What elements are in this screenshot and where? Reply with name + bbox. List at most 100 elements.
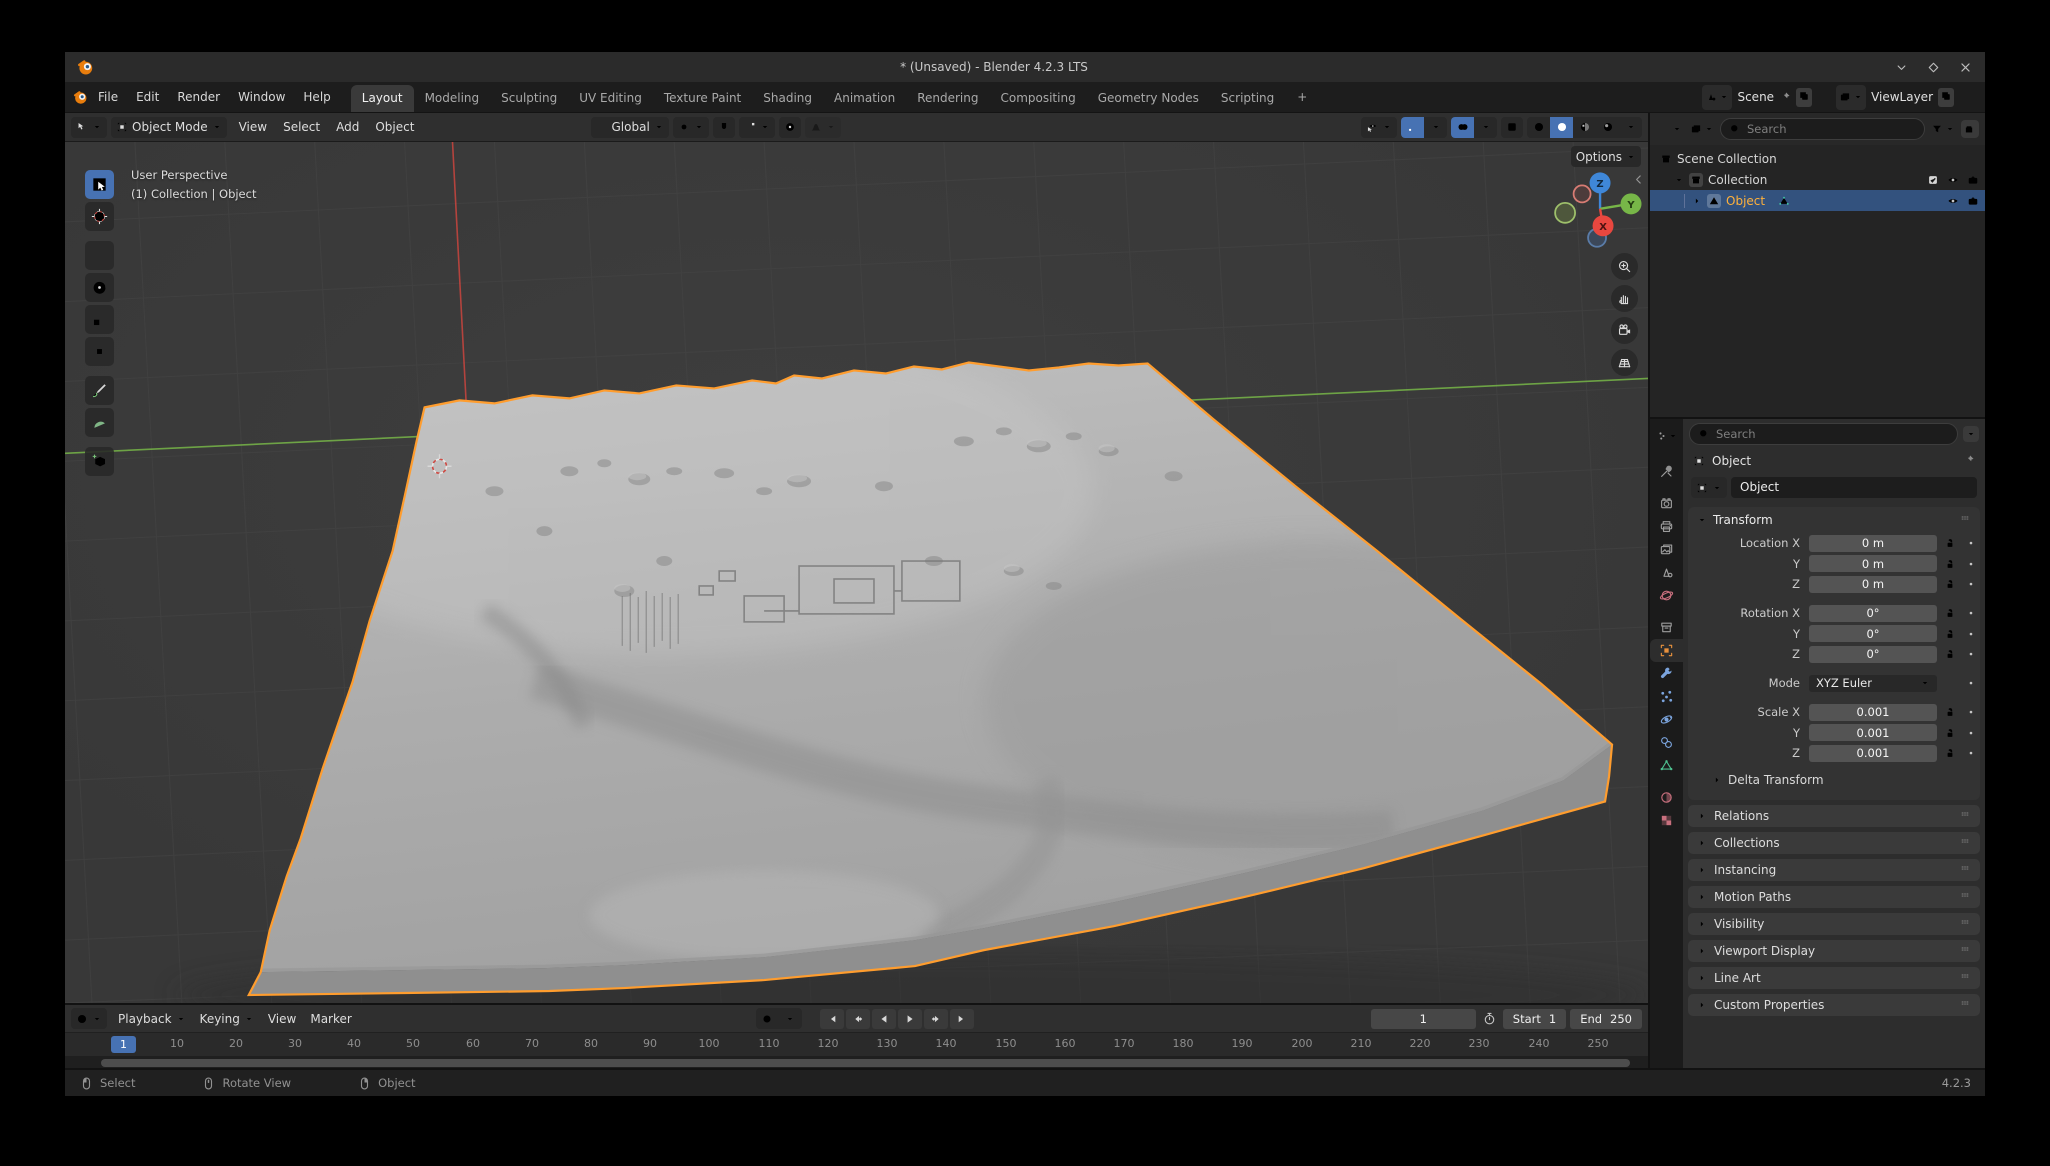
outliner-filter-button[interactable] [1929,121,1957,137]
animate-dot-button[interactable] [1963,649,1979,659]
gizmo-neg-y[interactable] [1555,203,1575,223]
drag-dots-icon[interactable] [1959,997,1971,1009]
pin-icon[interactable] [1779,91,1791,103]
camera-view-button[interactable] [1611,317,1638,344]
eye-icon[interactable] [1947,174,1959,186]
panel-header[interactable]: Instancing [1688,859,1980,881]
outliner-row-scene-collection[interactable]: Scene Collection [1650,148,1985,169]
proportional-editing-toggle[interactable] [779,117,801,138]
tab-material[interactable] [1650,786,1683,809]
workspace-tab[interactable]: Compositing [989,85,1086,112]
pivot-point-dropdown[interactable] [673,117,709,138]
timeline-menu-item[interactable]: Playback [111,1012,193,1026]
animate-dot-button[interactable] [1963,748,1979,758]
tool-move[interactable] [85,241,114,270]
outliner-editor-type-button[interactable] [1656,121,1684,137]
tab-view-layer[interactable] [1650,538,1683,561]
chevron-down-icon[interactable] [1674,175,1684,185]
snap-toggle[interactable] [713,117,735,138]
panel-header[interactable]: Visibility [1688,913,1980,935]
tool-rotate[interactable] [85,273,114,302]
overlays-dropdown[interactable] [1474,117,1497,138]
value-field[interactable]: 0 m [1809,555,1937,572]
auto-keying-toggle[interactable] [756,1008,779,1029]
mode-dropdown[interactable]: Object Mode [111,117,227,138]
show-overlays-toggle[interactable] [1451,117,1474,138]
remove-viewlayer-icon[interactable] [1959,91,1971,103]
animate-dot-button[interactable] [1963,678,1979,688]
tab-physics[interactable] [1650,708,1683,731]
value-field[interactable]: 0.001 [1809,745,1937,762]
navigation-gizmo[interactable]: Z Y X [1555,172,1641,246]
tool-cursor[interactable] [85,202,114,231]
tool-add-cube[interactable] [85,447,114,476]
tab-constraints[interactable] [1650,731,1683,754]
animate-dot-button[interactable] [1963,629,1979,639]
shading-rendered-button[interactable] [1596,117,1619,138]
xray-toggle[interactable] [1501,117,1523,138]
object-id-dropdown[interactable] [1691,477,1727,498]
workspace-tab[interactable]: Geometry Nodes [1087,85,1210,112]
timeline-scrollbar[interactable] [101,1059,1630,1067]
tab-tool[interactable] [1650,460,1683,483]
shading-wireframe-button[interactable] [1527,117,1550,138]
tab-object-data[interactable] [1650,754,1683,777]
lock-button[interactable] [1937,628,1963,640]
workspace-tab[interactable]: Sculpting [490,85,568,112]
camera-restrict-icon[interactable] [1967,174,1979,186]
animate-dot-button[interactable] [1963,579,1979,589]
tab-modifiers[interactable] [1650,662,1683,685]
snap-settings-dropdown[interactable] [739,117,775,138]
panel-header[interactable]: Relations [1688,805,1980,827]
workspace-tab[interactable]: Shading [752,85,823,112]
pan-button[interactable] [1611,285,1638,312]
properties-filter-button[interactable] [1963,426,1979,442]
shading-solid-button[interactable] [1550,117,1573,138]
jump-to-start-button[interactable] [820,1009,844,1029]
menu-item[interactable]: Edit [127,86,168,108]
object-name-field[interactable]: Object [1731,477,1977,498]
properties-search-input[interactable]: Search [1689,423,1958,445]
menu-item[interactable]: File [89,86,127,108]
window-close-icon[interactable] [1958,60,1973,75]
tool-transform[interactable] [85,337,114,366]
shading-dropdown[interactable] [1619,117,1642,138]
lock-button[interactable] [1937,607,1963,619]
menu-item[interactable]: Help [294,86,339,108]
transform-panel-header[interactable]: Transform [1688,507,1980,532]
outliner-row-collection[interactable]: Collection [1650,169,1985,190]
timeline-menu-item[interactable]: Marker [303,1012,358,1026]
tab-particles[interactable] [1650,685,1683,708]
gizmo-neg-x[interactable] [1574,185,1591,202]
shading-material-button[interactable] [1573,117,1596,138]
drag-dots-icon[interactable] [1959,943,1971,955]
workspace-tab[interactable]: Layout [351,85,414,112]
proportional-falloff-dropdown[interactable] [805,117,841,138]
viewport-menu-item[interactable]: Select [275,120,328,134]
value-field[interactable]: 0° [1809,646,1937,663]
workspace-tab[interactable]: Modeling [414,85,491,112]
tab-world[interactable] [1650,584,1683,607]
drag-dots-icon[interactable] [1959,889,1971,901]
frame-end-field[interactable]: End250 [1570,1009,1642,1029]
panel-header[interactable]: Viewport Display [1688,940,1980,962]
new-collection-button[interactable] [1961,120,1979,138]
animate-dot-button[interactable] [1963,707,1979,717]
animate-dot-button[interactable] [1963,538,1979,548]
viewport-menu-item[interactable]: Object [367,120,422,134]
timeline-menu-item[interactable]: Keying [193,1012,261,1026]
next-keyframe-button[interactable] [924,1009,948,1029]
play-reverse-button[interactable] [872,1009,896,1029]
panel-header[interactable]: Collections [1688,832,1980,854]
drag-dots-icon[interactable] [1959,512,1971,524]
pin-icon[interactable] [1963,454,1975,466]
panel-header[interactable]: Line Art [1688,967,1980,989]
window-minimize-icon[interactable] [1894,60,1909,75]
current-frame-field[interactable]: 1 [1371,1009,1476,1029]
tool-measure[interactable] [85,408,114,437]
lock-button[interactable] [1937,537,1963,549]
editor-type-button[interactable] [71,117,107,138]
menu-item[interactable]: Window [229,86,294,108]
lock-button[interactable] [1937,648,1963,660]
animate-dot-button[interactable] [1963,728,1979,738]
